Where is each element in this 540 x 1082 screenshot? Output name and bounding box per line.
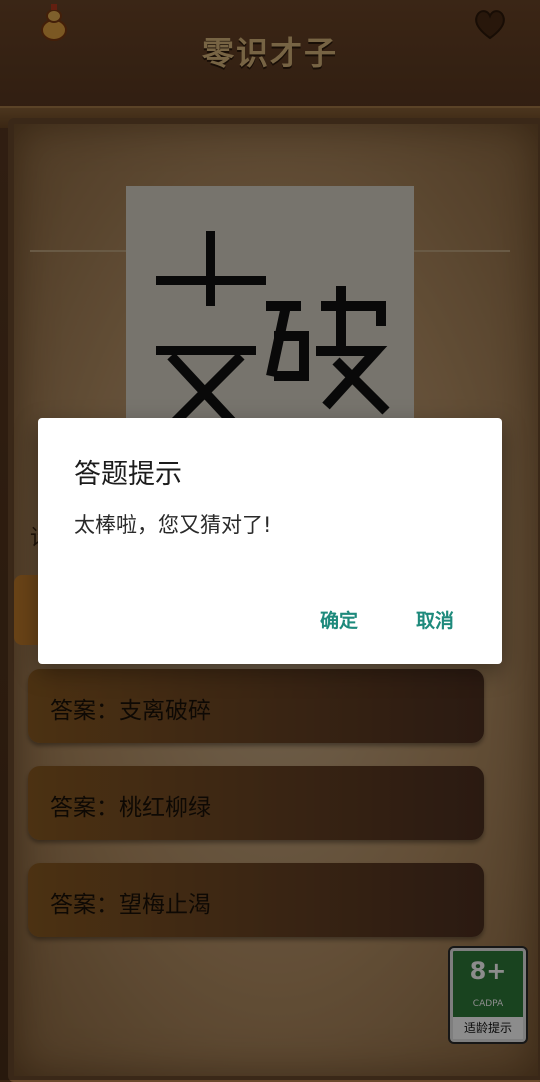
dialog-title: 答题提示 <box>74 459 182 490</box>
dialog-message: 太棒啦，您又猜对了! <box>74 513 272 537</box>
cancel-button[interactable]: 取消 <box>416 606 454 633</box>
confirm-button[interactable]: 确定 <box>320 606 358 633</box>
answer-dialog: 答题提示 太棒啦，您又猜对了! 确定 取消 <box>38 418 502 664</box>
